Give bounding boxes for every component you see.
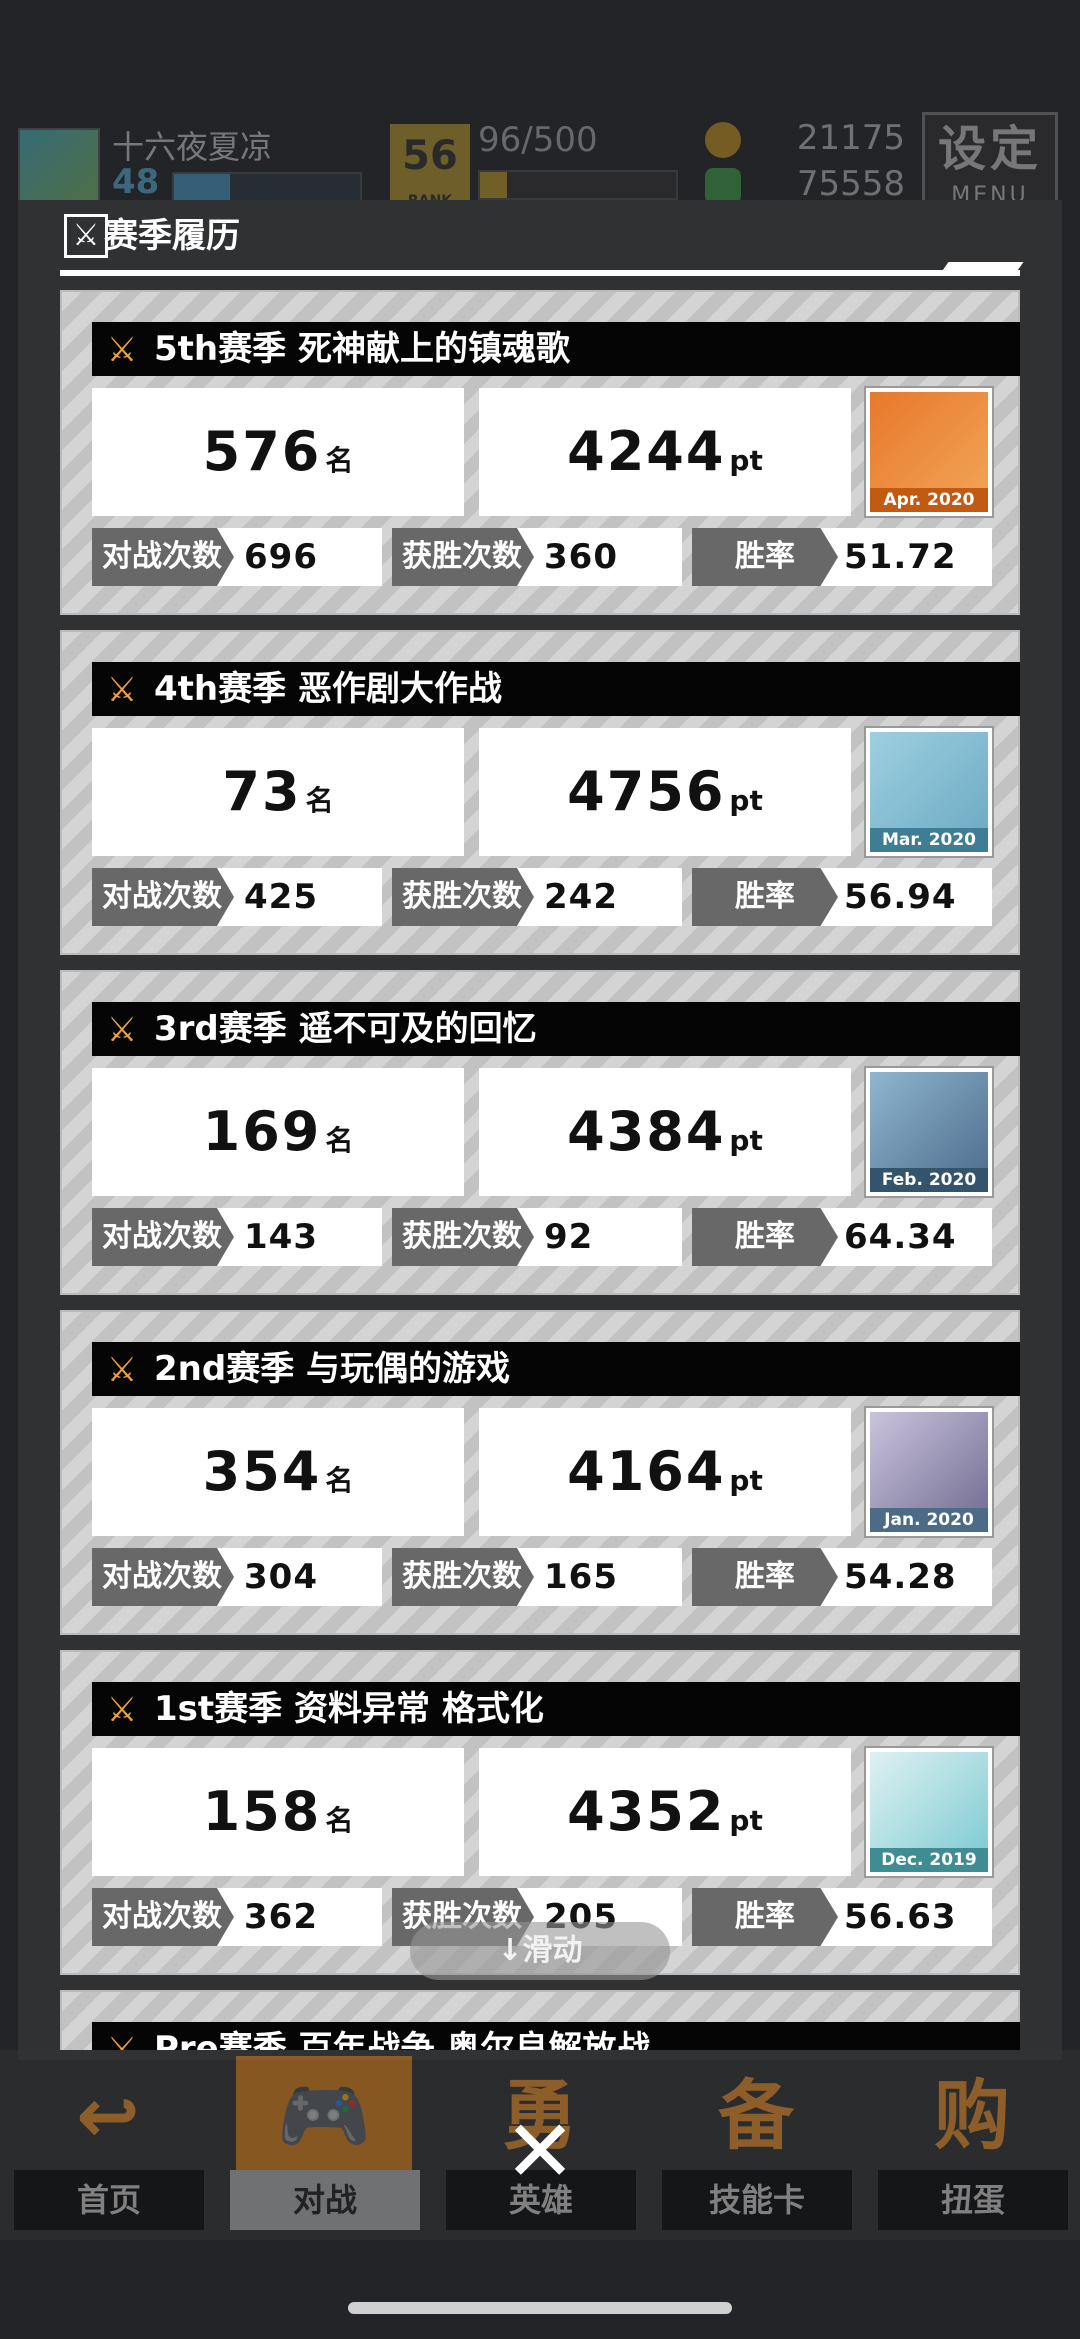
win-rate-stat: 胜率 56.94 xyxy=(692,868,992,926)
points-box: 4244 pt xyxy=(479,388,851,516)
win-rate-stat: 胜率 56.63 xyxy=(692,1888,992,1946)
season-name: 3rd赛季 遥不可及的回忆 xyxy=(92,1002,1020,1056)
season-badge-icon: Jan. 2020 xyxy=(866,1408,992,1536)
season-card: Pre赛季 百年战争 奥尔良解放战 ⚔ xyxy=(60,1990,1020,2050)
season-name: 5th赛季 死神献上的镇魂歌 xyxy=(92,322,1020,376)
rank-progress-bar xyxy=(478,170,678,200)
avatar xyxy=(18,128,100,210)
win-rate-stat: 胜率 54.28 xyxy=(692,1548,992,1606)
battles-stat: 对战次数 362 xyxy=(92,1888,382,1946)
title-divider-accent xyxy=(941,262,1024,272)
season-badge-icon: Feb. 2020 xyxy=(866,1068,992,1196)
crossed-swords-icon: ⚔ xyxy=(106,330,138,370)
rank-box: 354 名 xyxy=(92,1408,464,1536)
crossed-swords-icon: ⚔ xyxy=(106,2030,138,2050)
season-name: 1st赛季 资料异常 格式化 xyxy=(92,1682,1020,1736)
season-name: 2nd赛季 与玩偶的游戏 xyxy=(92,1342,1020,1396)
points-box: 4756 pt xyxy=(479,728,851,856)
season-card: 4th赛季 恶作剧大作战 ⚔ 73 名 4756 pt Mar. 2020 对战次数… xyxy=(60,630,1020,955)
points-box: 4352 pt xyxy=(479,1748,851,1876)
rank-icon: 56RANK xyxy=(390,124,470,210)
rank-box: 169 名 xyxy=(92,1068,464,1196)
crossed-swords-icon: ⚔ xyxy=(106,1010,138,1050)
gem-amount: 75558 xyxy=(796,164,905,204)
season-card: 3rd赛季 遥不可及的回忆 ⚔ 169 名 4384 pt Feb. 2020 对战… xyxy=(60,970,1020,1295)
season-name: 4th赛季 恶作剧大作战 xyxy=(92,662,1020,716)
season-name: Pre赛季 百年战争 奥尔良解放战 xyxy=(92,2022,1020,2050)
rank-box: 158 名 xyxy=(92,1748,464,1876)
wins-stat: 获胜次数 242 xyxy=(392,868,682,926)
gem-icon xyxy=(705,168,741,204)
crossed-swords-icon: ⚔ xyxy=(106,1350,138,1390)
wins-stat: 获胜次数 360 xyxy=(392,528,682,586)
nav-home[interactable]: ↩ 首页 xyxy=(0,2050,216,2240)
points-box: 4384 pt xyxy=(479,1068,851,1196)
season-list[interactable]: 5th赛季 死神献上的镇魂歌 ⚔ 576 名 4244 pt Apr. 2020 对… xyxy=(60,290,1020,2050)
season-badge-icon: Mar. 2020 xyxy=(866,728,992,856)
crossed-swords-icon: ⚔ xyxy=(106,1690,138,1730)
season-badge-icon: Dec. 2019 xyxy=(866,1748,992,1876)
wins-stat: 获胜次数 165 xyxy=(392,1548,682,1606)
nav-gacha[interactable]: 购 扭蛋 xyxy=(864,2050,1080,2240)
player-level: 48 xyxy=(112,162,160,202)
battles-stat: 对战次数 425 xyxy=(92,868,382,926)
home-indicator[interactable] xyxy=(348,2302,732,2314)
rank-box: 73 名 xyxy=(92,728,464,856)
points-box: 4164 pt xyxy=(479,1408,851,1536)
nav-battle[interactable]: 🎮 对战 xyxy=(216,2050,432,2240)
home-icon: ↩ xyxy=(76,2071,140,2160)
win-rate-stat: 胜率 64.34 xyxy=(692,1208,992,1266)
title-divider xyxy=(60,270,1020,276)
close-icon[interactable]: ✕ xyxy=(496,2108,584,2196)
wins-stat: 获胜次数 92 xyxy=(392,1208,682,1266)
nav-skill-cards[interactable]: 备 技能卡 xyxy=(648,2050,864,2240)
equipment-icon: 备 xyxy=(718,2071,794,2160)
season-card: 2nd赛季 与玩偶的游戏 ⚔ 354 名 4164 pt Jan. 2020 对战次… xyxy=(60,1310,1020,1635)
battles-stat: 对战次数 143 xyxy=(92,1208,382,1266)
rank-value: 96/500 xyxy=(478,120,598,160)
gold-coin-icon xyxy=(705,122,741,158)
battles-stat: 对战次数 696 xyxy=(92,528,382,586)
win-rate-stat: 胜率 51.72 xyxy=(692,528,992,586)
crossed-swords-icon: ⚔ xyxy=(106,670,138,710)
battles-stat: 对战次数 304 xyxy=(92,1548,382,1606)
level-progress-bar xyxy=(172,172,362,202)
panel-title: 赛季履历 xyxy=(104,216,240,256)
season-card: 5th赛季 死神献上的镇魂歌 ⚔ 576 名 4244 pt Apr. 2020 对… xyxy=(60,290,1020,615)
season-badge-icon: Apr. 2020 xyxy=(866,388,992,516)
scroll-hint-button[interactable]: ↓滑动 xyxy=(410,1922,670,1980)
gamepad-icon: 🎮 xyxy=(236,2056,412,2176)
rank-box: 576 名 xyxy=(92,388,464,516)
shop-icon: 购 xyxy=(934,2071,1010,2160)
gold-amount: 21175 xyxy=(796,118,905,158)
